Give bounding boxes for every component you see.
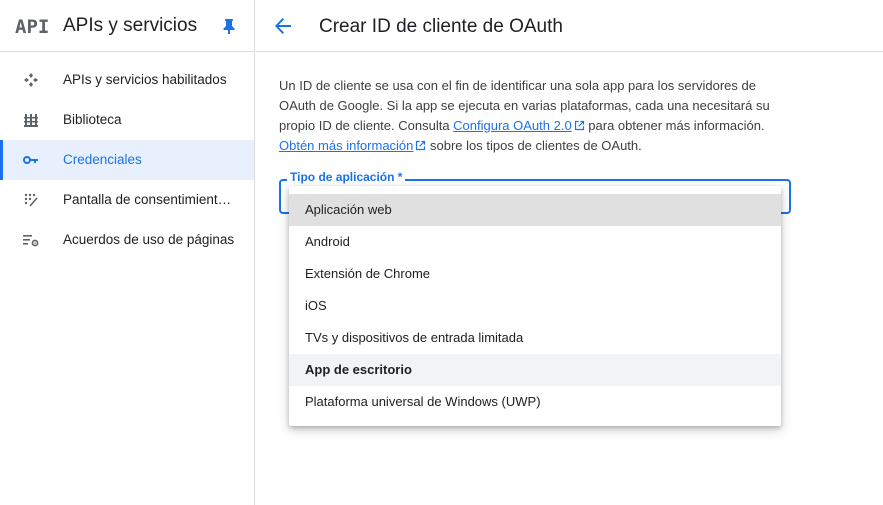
application-type-dropdown: Aplicación web Android Extensión de Chro… [289,186,781,426]
sidebar-item-page-agreements[interactable]: Acuerdos de uso de páginas [0,220,254,260]
external-link-icon [416,140,426,151]
back-arrow-icon[interactable] [274,17,292,35]
sidebar-item-label: APIs y servicios habilitados [63,72,227,87]
sidebar-item-consent-screen[interactable]: Pantalla de consentimiento de OAuth [0,180,254,220]
sidebar: API APIs y servicios APIs y servicios ha… [0,0,255,505]
sidebar-title: APIs y servicios [63,15,198,36]
option-label: App de escritorio [305,362,412,377]
option-web-app[interactable]: Aplicación web [289,194,781,226]
option-tv-limited-input[interactable]: TVs y dispositivos de entrada limitada [289,322,781,354]
sidebar-nav: APIs y servicios habilitados Biblioteca [0,52,254,260]
more-info-link[interactable]: Obtén más información [279,138,413,153]
option-label: Aplicación web [305,202,392,217]
sidebar-item-label: Pantalla de consentimiento de OAuth [63,192,238,207]
sidebar-item-credentials[interactable]: Credenciales [0,140,254,180]
key-icon [22,152,40,168]
sidebar-item-library[interactable]: Biblioteca [0,100,254,140]
option-label: Android [305,234,350,249]
option-android[interactable]: Android [289,226,781,258]
api-logo: API [15,16,50,38]
application-type-label: Tipo de aplicación * [287,170,406,184]
main-header: Crear ID de cliente de OAuth [256,0,883,52]
sidebar-item-label: Biblioteca [63,112,122,127]
description-text: para obtener más información. [584,118,765,133]
description-text: sobre los tipos de clientes de OAuth. [426,138,642,153]
option-uwp[interactable]: Plataforma universal de Windows (UWP) [289,386,781,418]
page-settings-icon [22,232,40,248]
option-label: TVs y dispositivos de entrada limitada [305,330,524,345]
option-label: Plataforma universal de Windows (UWP) [305,394,541,409]
api-dashboard-icon [22,72,40,88]
option-label: Extensión de Chrome [305,266,431,281]
sidebar-item-label: Credenciales [63,152,142,167]
consent-screen-icon [22,192,40,208]
configure-oauth-link[interactable]: Configura OAuth 2.0 [453,118,572,133]
library-icon [22,112,40,128]
sidebar-item-enabled-apis[interactable]: APIs y servicios habilitados [0,60,254,100]
option-desktop-app[interactable]: App de escritorio [289,354,781,386]
sidebar-header: API APIs y servicios [0,0,254,52]
option-chrome-extension[interactable]: Extensión de Chrome [289,258,781,290]
page-title: Crear ID de cliente de OAuth [319,16,563,37]
description: Un ID de cliente se usa con el fin de id… [279,76,789,156]
option-ios[interactable]: iOS [289,290,781,322]
sidebar-item-label: Acuerdos de uso de páginas [63,232,235,247]
pin-icon[interactable] [222,18,236,34]
option-label: iOS [305,298,327,313]
external-link-icon [574,120,584,131]
